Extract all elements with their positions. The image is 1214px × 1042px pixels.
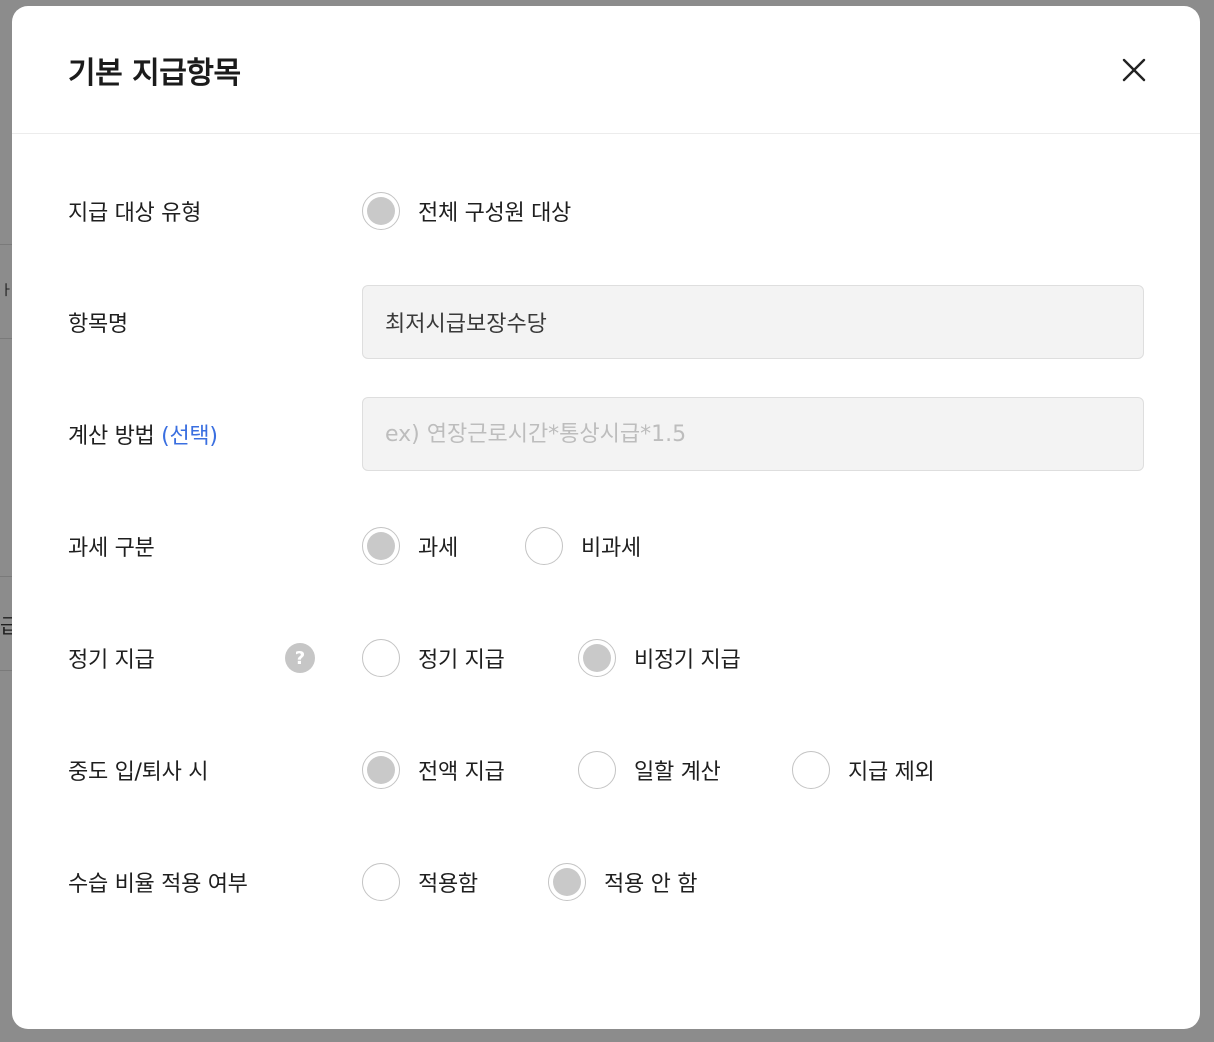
radio-button[interactable] <box>578 751 616 789</box>
radio-label: 과세 <box>418 536 458 561</box>
close-button[interactable] <box>1112 48 1156 92</box>
radio-label: 일할 계산 <box>634 760 721 785</box>
calc-method-label: 계산 방법 (선택) <box>68 418 218 450</box>
radio-label: 전액 지급 <box>418 760 505 785</box>
radio-label: 적용 안 함 <box>604 872 698 897</box>
radio-label: 정기 지급 <box>418 648 505 673</box>
row-calc-method: 계산 방법 (선택) <box>12 396 1200 472</box>
background-fragment: ㅏ <box>0 283 13 299</box>
row-probation-ratio: 수습 비율 적용 여부 적용함 적용 안 함 <box>12 844 1200 920</box>
radio-taxable[interactable]: 과세 <box>362 527 458 565</box>
radio-button[interactable] <box>362 527 400 565</box>
radio-button[interactable] <box>362 751 400 789</box>
radio-non-taxable[interactable]: 비과세 <box>525 527 641 565</box>
calc-method-label-text: 계산 방법 <box>68 424 155 449</box>
item-name-input[interactable] <box>362 285 1144 359</box>
optional-tag: (선택) <box>161 424 218 449</box>
mid-join-leave-label: 중도 입/퇴사 시 <box>68 760 209 785</box>
help-icon[interactable]: ? <box>285 643 315 673</box>
payment-item-modal: 기본 지급항목 지급 대상 유형 전체 구성원 대상 항목명 계산 방법 <box>12 6 1200 1029</box>
close-icon <box>1122 58 1146 82</box>
radio-prorated[interactable]: 일할 계산 <box>578 751 721 789</box>
target-type-label: 지급 대상 유형 <box>68 201 202 226</box>
calc-method-input[interactable] <box>362 397 1144 471</box>
modal-header: 기본 지급항목 <box>12 6 1200 134</box>
radio-label: 적용함 <box>418 872 478 897</box>
radio-label: 전체 구성원 대상 <box>418 201 571 226</box>
row-target-type: 지급 대상 유형 전체 구성원 대상 <box>12 173 1200 249</box>
modal-title: 기본 지급항목 <box>68 56 241 91</box>
row-item-name: 항목명 <box>12 284 1200 360</box>
radio-button[interactable] <box>525 527 563 565</box>
row-mid-join-leave: 중도 입/퇴사 시 전액 지급 일할 계산 지급 제외 <box>12 732 1200 808</box>
radio-all-members[interactable]: 전체 구성원 대상 <box>362 192 571 230</box>
regular-payment-label: 정기 지급 <box>68 648 155 673</box>
radio-excluded[interactable]: 지급 제외 <box>792 751 935 789</box>
row-tax-type: 과세 구분 과세 비과세 <box>12 508 1200 584</box>
radio-button[interactable] <box>578 639 616 677</box>
radio-irregular[interactable]: 비정기 지급 <box>578 639 741 677</box>
radio-not-apply[interactable]: 적용 안 함 <box>548 863 697 901</box>
tax-type-label: 과세 구분 <box>68 536 155 561</box>
radio-regular[interactable]: 정기 지급 <box>362 639 505 677</box>
item-name-label: 항목명 <box>68 312 128 337</box>
radio-label: 비과세 <box>581 536 641 561</box>
radio-button[interactable] <box>548 863 586 901</box>
radio-button[interactable] <box>362 863 400 901</box>
row-regular-payment: 정기 지급 ? 정기 지급 비정기 지급 <box>12 620 1200 696</box>
radio-label: 지급 제외 <box>848 760 935 785</box>
radio-button[interactable] <box>362 639 400 677</box>
radio-full-payment[interactable]: 전액 지급 <box>362 751 505 789</box>
probation-ratio-label: 수습 비율 적용 여부 <box>68 872 248 897</box>
radio-label: 비정기 지급 <box>634 648 741 673</box>
radio-button[interactable] <box>362 192 400 230</box>
radio-apply[interactable]: 적용함 <box>362 863 478 901</box>
radio-button[interactable] <box>792 751 830 789</box>
